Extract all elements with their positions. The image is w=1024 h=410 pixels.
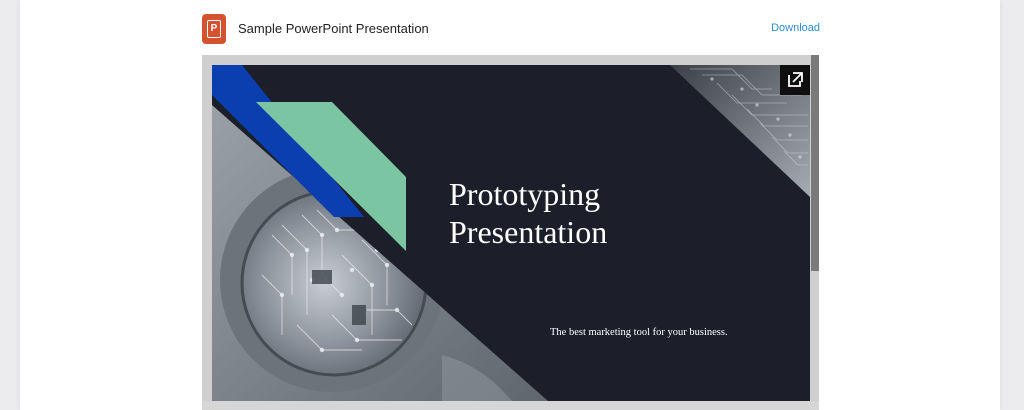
slide-title-line-1: Prototyping bbox=[449, 176, 601, 212]
open-in-new-icon bbox=[788, 72, 803, 87]
file-header: P Sample PowerPoint Presentation Downloa… bbox=[202, 13, 820, 45]
slide-subtitle: The best marketing tool for your busines… bbox=[550, 327, 728, 338]
viewer-scrollbar[interactable] bbox=[811, 55, 819, 410]
viewer-bottom-edge bbox=[202, 401, 819, 410]
download-link[interactable]: Download bbox=[771, 22, 820, 34]
viewer-scrollbar-thumb[interactable] bbox=[811, 55, 819, 271]
file-title: Sample PowerPoint Presentation bbox=[238, 21, 429, 36]
powerpoint-file-icon: P bbox=[202, 14, 226, 44]
open-in-new-button[interactable] bbox=[780, 65, 810, 95]
presentation-viewer: Prototyping Presentation The best market… bbox=[202, 55, 819, 410]
slide-title: Prototyping Presentation bbox=[449, 175, 607, 251]
slide-1: Prototyping Presentation The best market… bbox=[212, 65, 810, 401]
powerpoint-letter: P bbox=[207, 20, 221, 38]
slide-title-line-2: Presentation bbox=[449, 214, 608, 250]
